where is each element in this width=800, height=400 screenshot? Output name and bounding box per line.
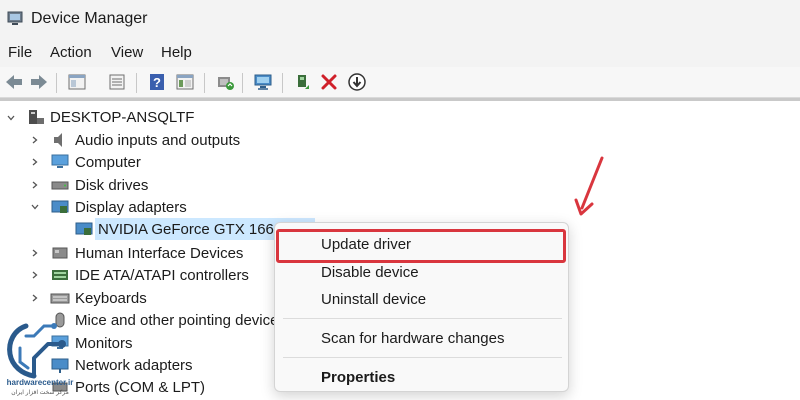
chevron-right-icon[interactable] xyxy=(30,293,40,303)
toolbar-separator xyxy=(136,73,137,93)
chevron-right-icon[interactable] xyxy=(30,157,40,167)
tree-node-label[interactable]: Ports (COM & LPT) xyxy=(75,379,205,396)
keyboard-icon xyxy=(50,293,70,304)
toolbar-separator xyxy=(282,73,283,93)
menu-action[interactable]: Action xyxy=(50,44,92,61)
chevron-down-icon[interactable] xyxy=(6,113,16,123)
menu-separator xyxy=(283,318,562,319)
back-arrow-icon[interactable] xyxy=(3,71,25,93)
help-icon[interactable]: ? xyxy=(146,71,168,93)
disk-drive-icon xyxy=(51,181,69,190)
menu-item-properties[interactable]: Properties xyxy=(321,369,395,386)
title-bar: Device Manager xyxy=(0,0,800,38)
tree-node-label-selected[interactable]: NVIDIA GeForce GTX 1660 S xyxy=(98,221,296,238)
menu-separator xyxy=(283,357,562,358)
menu-file[interactable]: File xyxy=(8,44,32,61)
enable-device-icon[interactable] xyxy=(292,71,314,93)
update-driver-icon[interactable] xyxy=(214,71,236,93)
watermark-subtitle: مرکز سخت افزار ایران xyxy=(11,390,69,396)
window-title: Device Manager xyxy=(31,10,148,27)
toolbar-separator xyxy=(242,73,243,93)
console-view-icon[interactable] xyxy=(174,71,196,93)
menu-item-disable-device[interactable]: Disable device xyxy=(321,264,419,281)
forward-arrow-icon[interactable] xyxy=(28,71,50,93)
uninstall-device-icon[interactable] xyxy=(318,71,340,93)
tree-root-label[interactable]: DESKTOP-ANSQLTF xyxy=(50,109,194,126)
tree-node-label[interactable]: Display adapters xyxy=(75,199,187,216)
menu-help[interactable]: Help xyxy=(161,44,192,61)
menu-item-scan-hardware[interactable]: Scan for hardware changes xyxy=(321,330,504,347)
tree-node-label[interactable]: Audio inputs and outputs xyxy=(75,132,240,149)
tree-node-label[interactable]: Monitors xyxy=(75,335,133,352)
annotation-arrow-icon xyxy=(574,156,604,216)
chevron-right-icon[interactable] xyxy=(30,248,40,258)
toolbar-separator xyxy=(204,73,205,93)
svg-text:?: ? xyxy=(153,75,161,90)
tree-node-label[interactable]: Network adapters xyxy=(75,357,193,374)
menu-item-uninstall-device[interactable]: Uninstall device xyxy=(321,291,426,308)
display-adapter-icon xyxy=(75,222,93,235)
ide-controller-icon xyxy=(52,270,68,280)
device-manager-icon xyxy=(7,11,23,25)
watermark-name: hardwarecenter.ir xyxy=(6,378,74,387)
hid-icon xyxy=(52,247,68,259)
toolbar-divider xyxy=(0,98,800,101)
download-icon[interactable] xyxy=(346,71,368,93)
tree-node-label[interactable]: IDE ATA/ATAPI controllers xyxy=(75,267,249,284)
show-hidden-icon[interactable] xyxy=(106,71,128,93)
tree-node-label[interactable]: Human Interface Devices xyxy=(75,245,243,262)
computer-icon xyxy=(29,110,44,124)
scan-hardware-icon[interactable] xyxy=(252,71,274,93)
chevron-right-icon[interactable] xyxy=(30,270,40,280)
tree-node-label[interactable]: Disk drives xyxy=(75,177,148,194)
speaker-icon xyxy=(54,133,62,147)
tree-node-label[interactable]: Keyboards xyxy=(75,290,147,307)
tree-node-label[interactable]: Computer xyxy=(75,154,141,171)
chevron-right-icon[interactable] xyxy=(30,135,40,145)
menu-bar: File Action View Help xyxy=(0,38,800,67)
chevron-right-icon[interactable] xyxy=(30,180,40,190)
tree-node-label[interactable]: Mice and other pointing device xyxy=(75,312,278,329)
display-adapter-icon xyxy=(51,200,69,213)
toolbar-separator xyxy=(56,73,57,93)
menu-view[interactable]: View xyxy=(111,44,143,61)
properties-icon[interactable] xyxy=(66,71,88,93)
update-driver-highlight xyxy=(276,229,566,263)
monitor-icon xyxy=(51,154,69,168)
toolbar: ? xyxy=(0,67,800,98)
chevron-down-icon[interactable] xyxy=(30,202,40,212)
